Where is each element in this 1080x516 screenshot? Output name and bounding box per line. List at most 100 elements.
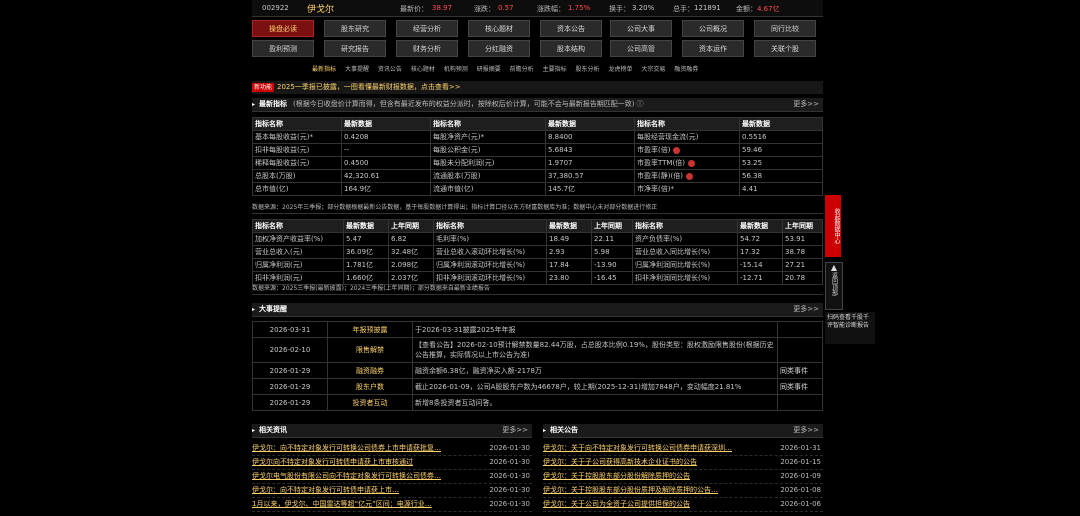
tab-financial-analysis[interactable]: 财务分析 <box>396 40 458 57</box>
tab-research-reports[interactable]: 研究报告 <box>324 40 386 57</box>
subnav-events[interactable]: 大事提醒 <box>345 66 369 73</box>
tab-profit-forecast[interactable]: 盈利预测 <box>252 40 314 57</box>
event-type[interactable]: 融资融券 <box>327 362 413 379</box>
tab-company-events[interactable]: 公司大事 <box>610 20 672 37</box>
event-type[interactable]: 限售解禁 <box>327 337 413 363</box>
subnav-forward[interactable]: 前瞻分析 <box>510 66 534 73</box>
cell: 0.4500 <box>341 156 431 170</box>
notices-section-header: ▸ 相关公告 更多>> <box>543 424 823 438</box>
stock-name: 伊戈尔 <box>307 5 335 15</box>
cell: 17.32 <box>737 245 783 259</box>
turnover-value: 3.20% <box>632 4 655 12</box>
amount-value: 4.67亿 <box>757 5 780 13</box>
event-related[interactable]: 同类事件 <box>777 378 823 395</box>
growth-footnote: 数据来源：2025三季报(最新披露)；2024三季报(上年同期)；部分数据来自最… <box>252 283 823 295</box>
subnav-shareholders[interactable]: 股东分析 <box>576 66 600 73</box>
news-link[interactable]: 伊戈尔：向不特定对象发行可转债申请获上市… <box>252 484 472 497</box>
col-header: 指标名称 <box>634 117 740 131</box>
event-related[interactable] <box>777 337 823 363</box>
tab-operation-must-read[interactable]: 操盘必读 <box>252 20 314 37</box>
cell: 总股本(万股) <box>252 169 342 183</box>
news-link[interactable]: 伊戈尔电气股份有限公司向不特定对象发行可转换公司债券… <box>252 470 472 483</box>
cell: 营业总收入(元) <box>252 245 344 259</box>
change-label: 涨跌： <box>474 5 495 13</box>
subnav-themes[interactable]: 核心题材 <box>411 66 435 73</box>
event-type[interactable]: 年报预披露 <box>327 321 413 338</box>
notice-link[interactable]: 伊戈尔：关于控股股东部分股份解除质押的公告 <box>543 470 763 483</box>
notice-link[interactable]: 伊戈尔：关于子公司获得高新技术企业证书的公告 <box>543 456 763 469</box>
announcement-text[interactable]: 2025一季报已披露，一图看懂最新财报数据，点击查看>> <box>277 83 461 91</box>
qr-card[interactable]: 扫码查看千股千评智能诊断报告 <box>825 312 875 344</box>
latest-label: 最新价： <box>400 5 428 13</box>
cell: 总市值(亿) <box>252 182 342 196</box>
table-row: 基本每股收益(元)* 0.4208 每股净资产(元)* 8.8400 每股经营现金流… <box>252 130 823 144</box>
subnav-forecast[interactable]: 机构预测 <box>444 66 468 73</box>
nav-row-2: 盈利预测 研究报告 财务分析 分红融资 股本结构 公司高管 资本运作 关联个股 <box>252 38 823 59</box>
news-link[interactable]: 伊戈尔：向不特定对象发行可转换公司债券上市申请获批复… <box>252 442 472 455</box>
notice-link[interactable]: 伊戈尔：关于控股股东部分股份质押及解除质押的公告… <box>543 484 763 497</box>
subnav-dragon-tiger[interactable]: 龙虎榜单 <box>608 66 632 73</box>
tab-executives[interactable]: 公司高管 <box>610 40 672 57</box>
list-item: 伊戈尔电气股份有限公司向不特定对象发行可转换公司债券… 2026-01-30 <box>252 470 532 484</box>
notice-date: 2026-01-31 <box>780 444 821 452</box>
cell: 2.098亿 <box>388 258 434 272</box>
cell: 32.48亿 <box>388 245 434 259</box>
collapse-data-center-tab[interactable]: 收起数据中心 <box>825 195 841 257</box>
tab-core-themes[interactable]: 核心题材 <box>468 20 530 37</box>
tab-related-stocks[interactable]: 关联个股 <box>754 40 816 57</box>
event-related[interactable] <box>777 394 823 411</box>
tab-business-analysis[interactable]: 经营分析 <box>396 20 458 37</box>
indicators-table: 指标名称 最新数据 指标名称 最新数据 指标名称 最新数据 基本每股收益(元)*… <box>252 117 823 196</box>
event-date: 2026-03-31 <box>252 321 328 338</box>
help-icon[interactable] <box>673 146 681 154</box>
tab-dividend-financing[interactable]: 分红融资 <box>468 40 530 57</box>
cell: 37,380.57 <box>545 169 635 183</box>
cell: 164.9亿 <box>341 182 431 196</box>
indicators-more-link[interactable]: 更多>> <box>793 98 819 111</box>
help-icon[interactable] <box>687 159 695 167</box>
cell: 加权净资产收益率(%) <box>252 232 344 246</box>
triangle-icon: ▸ <box>252 427 256 434</box>
col-header: 最新数据 <box>343 219 389 233</box>
cell: 145.7亿 <box>545 182 635 196</box>
event-related[interactable]: 同类事件 <box>777 362 823 379</box>
triangle-icon: ▸ <box>252 306 256 313</box>
subnav-main-indicators[interactable]: 主要指标 <box>543 66 567 73</box>
table-row: 扣非每股收益(元) -- 每股公积金(元) 5.6843 市盈率(倍) 59.46 <box>252 143 823 157</box>
notices-more-link[interactable]: 更多>> <box>793 424 819 437</box>
sub-nav: 最新指标 大事提醒 资讯公告 核心题材 机构预测 研报摘要 前瞻分析 主要指标 … <box>312 64 812 74</box>
announcement-banner[interactable]: 新功能 2025一季报已披露，一图看懂最新财报数据，点击查看>> <box>252 81 823 94</box>
event-type[interactable]: 股东户数 <box>327 378 413 395</box>
cell: 资产负债率(%) <box>632 232 738 246</box>
news-link[interactable]: 伊戈尔向不特定对象发行可转债申请获上市审核通过 <box>252 456 472 469</box>
event-type[interactable]: 投资者互动 <box>327 394 413 411</box>
subnav-margin[interactable]: 融资融券 <box>674 66 698 73</box>
tab-share-structure[interactable]: 股本结构 <box>540 40 602 57</box>
list-item: 伊戈尔：向不特定对象发行可转换公司债券上市申请获批复… 2026-01-30 <box>252 442 532 456</box>
news-more-link[interactable]: 更多>> <box>502 424 528 437</box>
cell: 53.91 <box>782 232 823 246</box>
cell: 6.82 <box>388 232 434 246</box>
tab-peer-compare[interactable]: 同行比较 <box>754 20 816 37</box>
subnav-report-summary[interactable]: 研报摘要 <box>477 66 501 73</box>
info-icon[interactable]: ⓘ <box>636 100 643 108</box>
table-row: 2026-03-31 年报预披露 于2026-03-31披露2025年年报 <box>252 321 823 338</box>
cell: 每股未分配利润(元) <box>430 156 546 170</box>
news-date: 2026-01-30 <box>489 472 530 480</box>
tab-shareholder-research[interactable]: 股东研究 <box>324 20 386 37</box>
event-related[interactable] <box>777 321 823 338</box>
tab-capital-notices[interactable]: 资本公告 <box>540 20 602 37</box>
subnav-news[interactable]: 资讯公告 <box>378 66 402 73</box>
cell: 22.11 <box>591 232 633 246</box>
help-icon[interactable] <box>685 172 693 180</box>
notice-link[interactable]: 伊戈尔：关于向不特定对象发行可转换公司债券申请获深圳… <box>543 442 763 455</box>
subnav-latest-indicators[interactable]: 最新指标 <box>312 66 336 73</box>
news-date: 2026-01-30 <box>489 486 530 494</box>
cell: 42,320.61 <box>341 169 431 183</box>
tab-company-profile[interactable]: 公司概况 <box>682 20 744 37</box>
events-more-link[interactable]: 更多>> <box>793 303 819 316</box>
table-row: 2026-01-29 投资者互动 新增8条投资者互动问答。 <box>252 394 823 411</box>
back-to-top-button[interactable]: ▲ 返回顶部 <box>825 262 843 310</box>
subnav-block-trade[interactable]: 大宗交易 <box>641 66 665 73</box>
tab-capital-operation[interactable]: 资本运作 <box>682 40 744 57</box>
